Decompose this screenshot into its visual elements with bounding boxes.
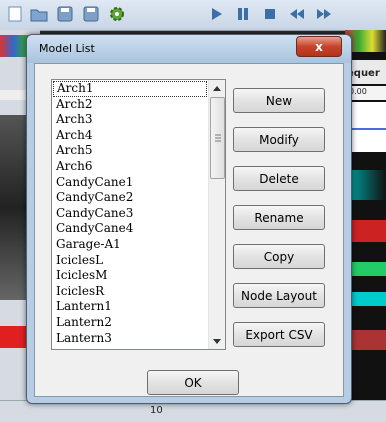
save-as-icon[interactable] <box>80 3 102 25</box>
model-list[interactable]: Arch1 Arch2 Arch3 Arch4 Arch5 Arch6 CandyCane1… <box>52 81 208 348</box>
list-item[interactable]: CandyCane3 <box>52 206 208 222</box>
node-layout-button[interactable]: Node Layout <box>233 283 325 308</box>
list-item[interactable]: CandyCane1 <box>52 175 208 191</box>
list-item[interactable]: Arch3 <box>52 112 208 128</box>
delete-button[interactable]: Delete <box>233 166 325 191</box>
copy-button[interactable]: Copy <box>233 244 325 269</box>
model-listbox[interactable]: Arch1 Arch2 Arch3 Arch4 Arch5 Arch6 CandyCane1… <box>51 79 226 350</box>
scroll-thumb[interactable] <box>210 97 225 179</box>
list-item[interactable]: CandyCane2 <box>52 190 208 206</box>
list-item[interactable]: Lantern2 <box>52 315 208 331</box>
modify-button[interactable]: Modify <box>233 127 325 152</box>
list-item[interactable]: IciclesR <box>52 284 208 300</box>
list-scrollbar[interactable] <box>208 80 225 349</box>
list-item[interactable]: Arch5 <box>52 143 208 159</box>
dialog-client-area: Arch1 Arch2 Arch3 Arch4 Arch5 Arch6 CandyCane1… <box>34 63 344 397</box>
rename-button[interactable]: Rename <box>233 205 325 230</box>
play-icon[interactable] <box>205 3 227 25</box>
ok-button[interactable]: OK <box>147 370 239 395</box>
rewind-icon[interactable] <box>286 3 308 25</box>
list-item[interactable]: Arch1 <box>53 81 207 97</box>
close-button[interactable]: x <box>296 36 342 57</box>
close-icon: x <box>315 39 323 54</box>
background-bottom-value: 10 <box>150 405 163 416</box>
list-item[interactable]: Garage-A1 <box>52 237 208 253</box>
dialog-title: Model List <box>39 42 95 55</box>
fast-forward-icon[interactable] <box>313 3 335 25</box>
list-item[interactable]: Arch2 <box>52 97 208 113</box>
list-item[interactable]: CandyCane4 <box>52 221 208 237</box>
model-list-dialog: Model List x Arch1 Arch2 Arch3 Arch4 Arch5 Ar… <box>26 34 352 404</box>
list-item[interactable]: IciclesM <box>52 268 208 284</box>
list-item[interactable]: IciclesL <box>52 253 208 269</box>
settings-gear-icon[interactable] <box>106 3 128 25</box>
list-item[interactable]: Arch6 <box>52 159 208 175</box>
open-folder-icon[interactable] <box>28 3 50 25</box>
scroll-up-arrow-icon[interactable] <box>209 80 225 96</box>
list-item[interactable]: Lantern3 <box>52 331 208 347</box>
new-file-icon[interactable] <box>4 3 26 25</box>
scroll-down-arrow-icon[interactable] <box>209 333 225 349</box>
background-toolbar <box>0 0 386 31</box>
export-csv-button[interactable]: Export CSV <box>233 322 325 347</box>
list-item[interactable]: Lantern1 <box>52 299 208 315</box>
save-icon[interactable] <box>54 3 76 25</box>
stop-icon[interactable] <box>259 3 281 25</box>
dialog-titlebar[interactable]: Model List x <box>27 35 351 63</box>
new-button[interactable]: New <box>233 88 325 113</box>
list-item[interactable]: Arch4 <box>52 128 208 144</box>
pause-icon[interactable] <box>232 3 254 25</box>
